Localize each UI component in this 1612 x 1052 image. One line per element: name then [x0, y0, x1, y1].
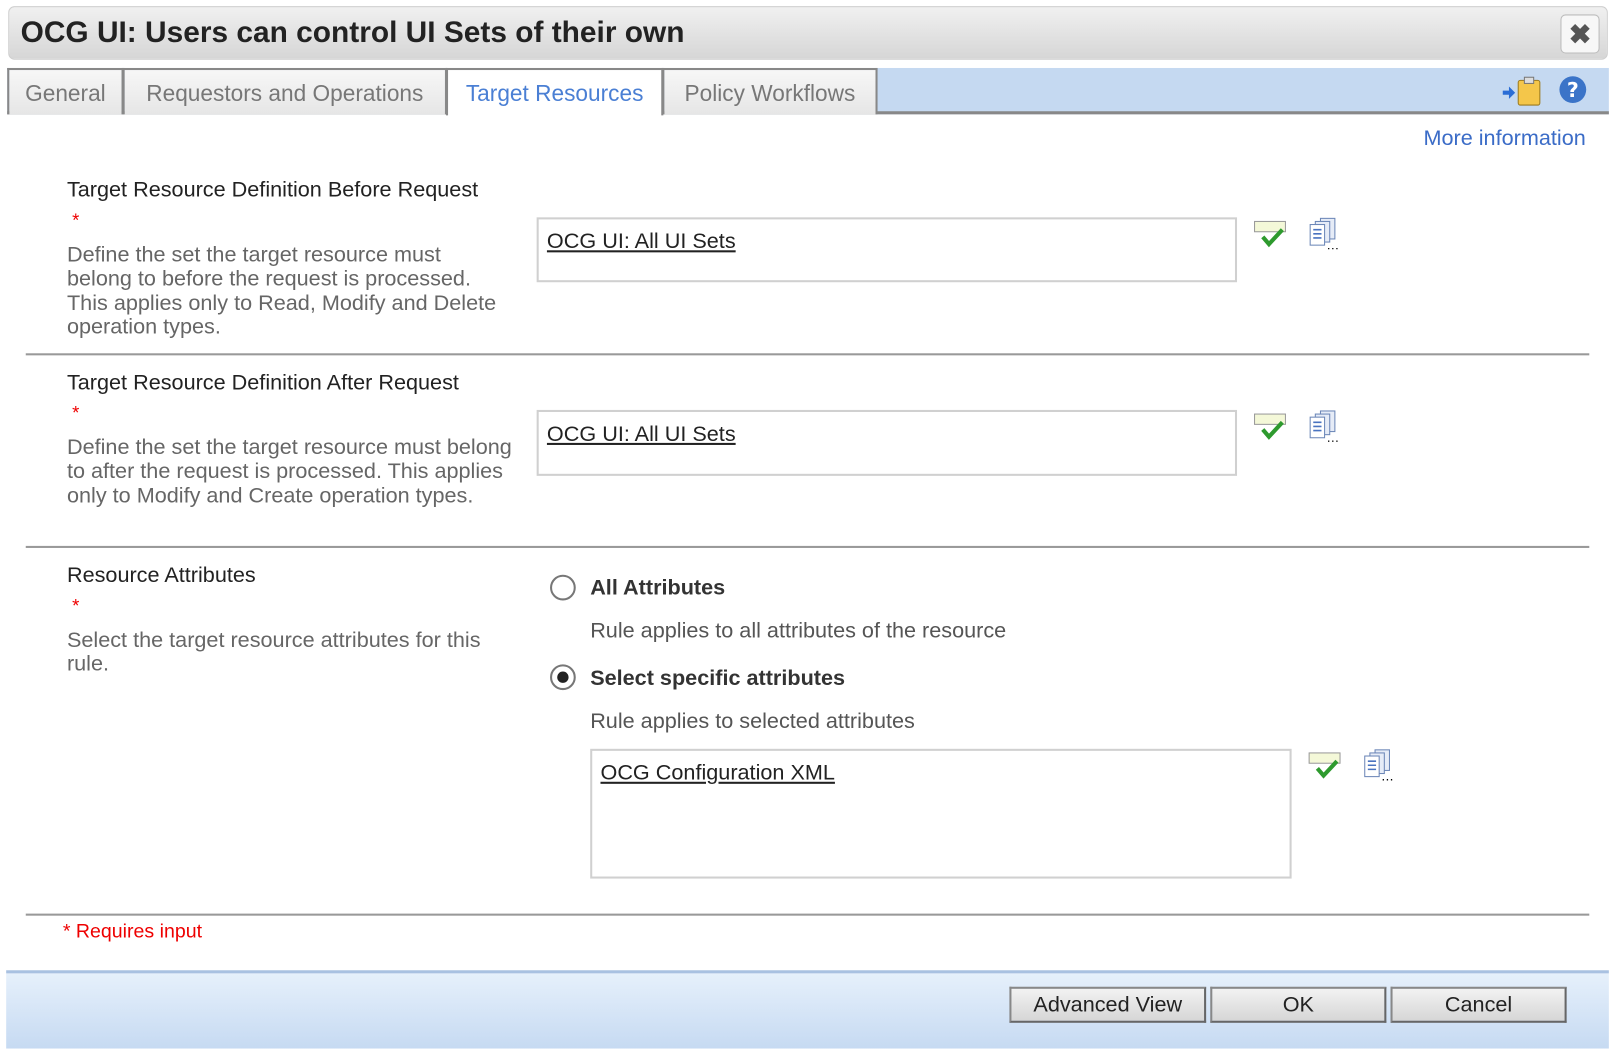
section-after-description: Define the set the target resource must …	[66, 435, 512, 508]
required-marker: *	[72, 402, 80, 424]
required-marker: *	[72, 595, 80, 616]
all-attributes-description: Rule applies to all attributes of the re…	[590, 619, 1007, 643]
tab-general[interactable]: General	[7, 67, 124, 115]
section-before-description: Define the set the target resource must …	[66, 243, 497, 339]
after-request-set-link[interactable]: OCG UI: All UI Sets	[547, 422, 736, 447]
section-before-label: Target Resource Definition Before Reques…	[66, 178, 479, 202]
title-bar: OCG UI: Users can control UI Sets of the…	[8, 6, 1608, 60]
attribute-link[interactable]: OCG Configuration XML	[600, 761, 834, 786]
more-information-link[interactable]: More information	[1423, 127, 1585, 152]
select-specific-attributes-description: Rule applies to selected attributes	[590, 709, 915, 734]
before-request-set-field[interactable]: OCG UI: All UI Sets	[536, 217, 1238, 283]
svg-text:…: …	[1327, 238, 1339, 249]
tab-requestors-and-operations[interactable]: Requestors and Operations	[122, 67, 448, 115]
dialog-title: OCG UI: Users can control UI Sets of the…	[20, 16, 685, 50]
validate-check-icon[interactable]	[1252, 218, 1289, 251]
section-attributes-description: Select the target resource attributes fo…	[66, 628, 481, 676]
ok-button[interactable]: OK	[1210, 986, 1387, 1023]
select-specific-attributes-radio[interactable]	[550, 664, 576, 691]
divider	[25, 545, 1590, 548]
svg-text:…: …	[1381, 770, 1393, 781]
tab-target-resources[interactable]: Target Resources	[445, 67, 664, 116]
section-attributes-label: Resource Attributes	[66, 563, 256, 588]
close-icon[interactable]: ✖	[1560, 14, 1600, 54]
validate-check-icon[interactable]	[1252, 411, 1289, 444]
section-after-label: Target Resource Definition After Request	[66, 370, 459, 395]
tab-policy-workflows[interactable]: Policy Workflows	[662, 67, 878, 115]
svg-text:…: …	[1327, 431, 1339, 442]
all-attributes-radio[interactable]	[550, 574, 576, 601]
requires-input-note: * Requires input	[62, 920, 203, 943]
help-icon: ?	[1559, 76, 1587, 103]
toolbar-icons: ?	[1502, 74, 1587, 112]
tab-bar: General Requestors and Operations Target…	[7, 67, 1609, 116]
browse-list-icon[interactable]: …	[1308, 409, 1345, 442]
attributes-field[interactable]: OCG Configuration XML	[590, 748, 1292, 879]
browse-list-icon[interactable]: …	[1363, 748, 1400, 781]
advanced-view-button[interactable]: Advanced View	[1009, 986, 1207, 1023]
required-marker: *	[72, 210, 80, 231]
divider	[25, 353, 1590, 356]
divider	[25, 913, 1590, 916]
after-request-set-field[interactable]: OCG UI: All UI Sets	[536, 409, 1238, 476]
before-request-set-link[interactable]: OCG UI: All UI Sets	[547, 230, 736, 255]
cancel-button[interactable]: Cancel	[1390, 986, 1567, 1023]
browse-list-icon[interactable]: …	[1308, 216, 1345, 249]
svg-text:?: ?	[1567, 78, 1579, 102]
all-attributes-label[interactable]: All Attributes	[590, 576, 725, 601]
paste-clipboard-icon[interactable]: ?	[1502, 74, 1605, 107]
validate-check-icon[interactable]	[1307, 750, 1344, 783]
select-specific-attributes-label[interactable]: Select specific attributes	[590, 666, 845, 691]
